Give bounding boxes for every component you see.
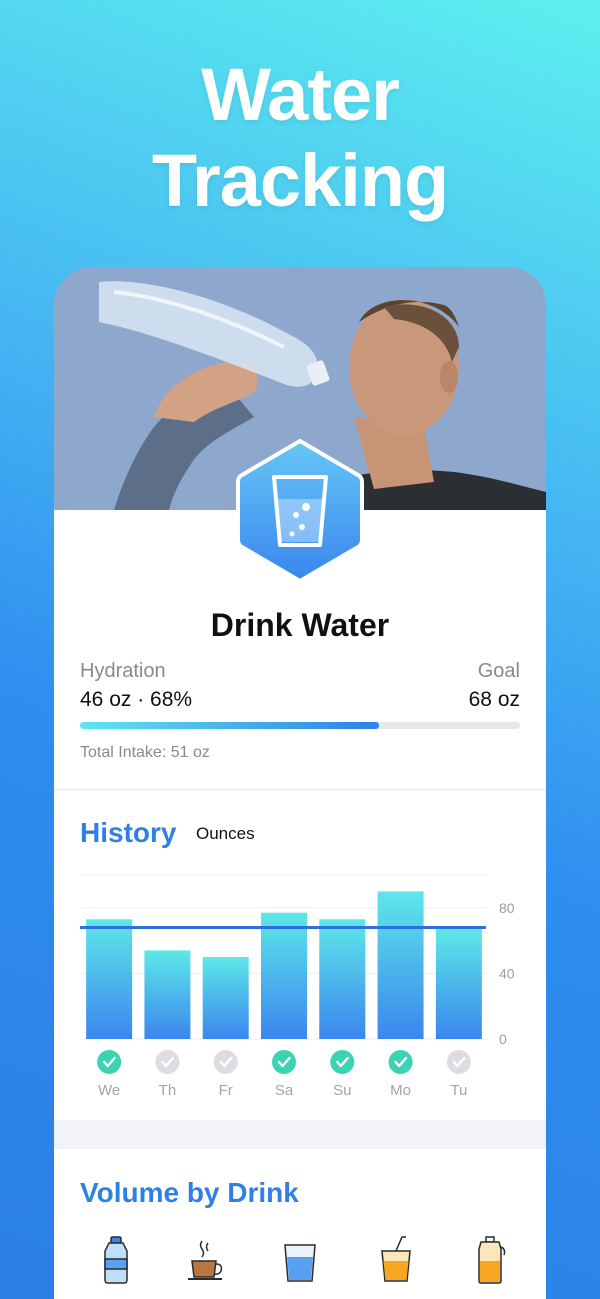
hydration-progress-fill xyxy=(80,722,380,729)
goal-title: Drink Water xyxy=(210,607,390,643)
x-tick-label: Tu xyxy=(450,1082,467,1099)
history-unit: Ounces xyxy=(196,824,255,843)
juice-cup-icon[interactable] xyxy=(376,1235,416,1285)
check-complete-icon xyxy=(97,1050,122,1074)
chart-bar xyxy=(319,919,366,1039)
history-chart: 0 40 80 We Th Fr Sa Su Mo Tu xyxy=(80,874,515,1099)
volume-title: Volume by Drink xyxy=(80,1177,299,1208)
check-complete-icon xyxy=(272,1050,296,1074)
check-complete-icon xyxy=(388,1050,413,1074)
water-glass-badge-icon xyxy=(236,438,364,584)
hydration-value: 46 oz · 68% xyxy=(80,688,193,711)
chart-bar xyxy=(86,919,133,1039)
check-incomplete-icon xyxy=(213,1050,238,1074)
hero-title-line2: Tracking xyxy=(151,139,449,222)
chart-bar xyxy=(435,929,482,1039)
x-tick-label: Su xyxy=(333,1082,351,1099)
shaker-bottle-icon[interactable] xyxy=(470,1235,510,1285)
chart-bar xyxy=(377,891,424,1039)
total-intake: Total Intake: 51 oz xyxy=(80,744,210,761)
x-tick-label: Th xyxy=(159,1082,177,1099)
hydration-progress-bar xyxy=(80,722,520,729)
x-tick-label: Mo xyxy=(390,1082,411,1099)
hero-title: Water Tracking xyxy=(0,52,600,224)
coffee-cup-icon[interactable] xyxy=(186,1235,226,1285)
check-complete-icon xyxy=(330,1050,355,1074)
y-tick-label: 40 xyxy=(499,965,515,981)
chart-bar xyxy=(261,912,307,1039)
x-tick-label: Fr xyxy=(219,1082,233,1099)
history-title: History xyxy=(80,817,177,848)
goal-label: Goal xyxy=(477,660,520,682)
check-incomplete-icon xyxy=(155,1050,180,1074)
water-glass-icon[interactable] xyxy=(280,1235,320,1285)
phone-screen: Drink Water Hydration Goal 46 oz · 68% 6… xyxy=(54,267,546,1299)
y-tick-label: 0 xyxy=(499,1031,507,1047)
check-incomplete-icon xyxy=(446,1050,471,1074)
goal-value: 68 oz xyxy=(468,688,520,711)
x-tick-label: Sa xyxy=(275,1082,294,1099)
hero-title-line1: Water xyxy=(201,53,400,136)
chart-bar xyxy=(144,950,191,1039)
x-tick-label: We xyxy=(98,1082,120,1099)
hydration-label: Hydration xyxy=(80,660,166,682)
chart-bar xyxy=(202,957,249,1039)
water-bottle-icon[interactable] xyxy=(96,1235,136,1285)
y-tick-label: 80 xyxy=(499,900,515,916)
